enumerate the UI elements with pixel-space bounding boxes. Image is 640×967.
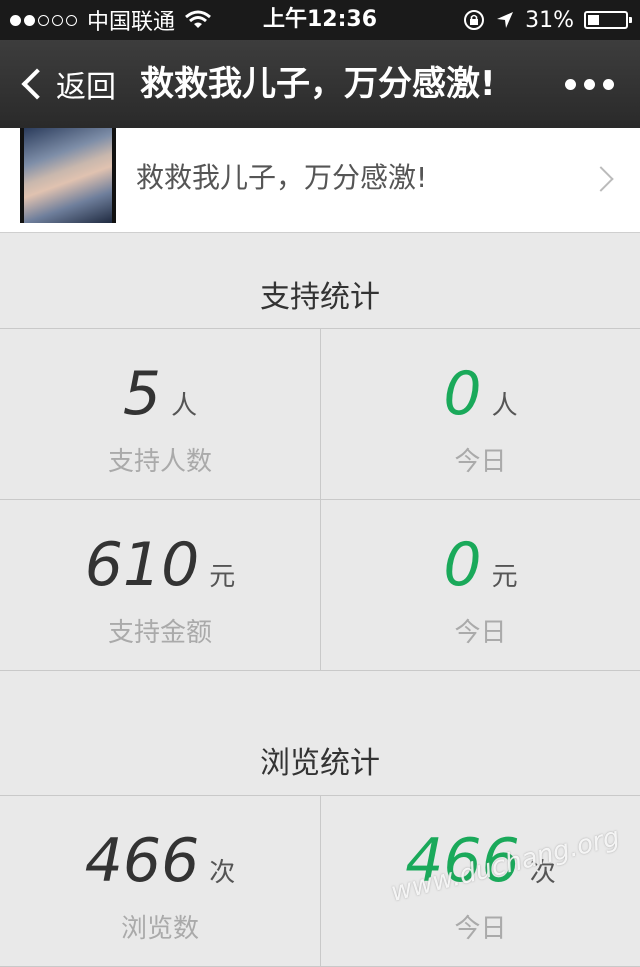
more-dot-icon — [565, 78, 576, 90]
location-arrow-icon — [497, 12, 514, 28]
supporters-count-cell: 5人 支持人数 — [0, 329, 320, 499]
amount-today-unit: 元 — [491, 562, 518, 592]
stats-row: 5人 支持人数 0人 今日 — [0, 329, 640, 500]
support-stats-title: 支持统计 — [260, 280, 380, 315]
views-today-label: 今日 — [454, 914, 507, 944]
more-options-button[interactable] — [565, 40, 614, 128]
supporters-today-cell: 0人 今日 — [320, 329, 640, 499]
supporters-today-count: 0 — [443, 359, 482, 429]
amount-cell: 610 元 支持金额 — [0, 500, 320, 670]
back-button[interactable]: 返回 — [18, 40, 116, 128]
status-right: 31% — [463, 0, 632, 40]
support-amount-unit: 元 — [209, 562, 236, 592]
supporters-today-label: 今日 — [454, 447, 507, 477]
views-label: 浏览数 — [120, 914, 199, 944]
view-stats-title: 浏览统计 — [260, 746, 380, 781]
more-dot-icon — [603, 78, 614, 90]
views-count: 466 — [84, 826, 200, 896]
page-title: 救救我儿子，万分感激! — [140, 64, 496, 104]
supporters-count: 5 — [122, 359, 162, 429]
amount-today-label: 今日 — [454, 618, 507, 648]
amount-today: 0 — [443, 530, 482, 600]
project-title: 救救我儿子，万分感激! — [136, 161, 428, 194]
project-thumbnail — [20, 128, 116, 223]
more-dot-icon — [584, 78, 595, 90]
support-amount: 610 — [84, 530, 200, 600]
status-bar: 中国联通 上午12:36 31% — [0, 0, 640, 40]
stats-row: 610 元 支持金额 0元 今日 — [0, 500, 640, 671]
view-stats-grid: 466 次 浏览数 466 次 今日 — [0, 795, 640, 967]
supporters-unit: 人 — [171, 391, 198, 421]
navigation-bar: 返回 救救我儿子，万分感激! — [0, 40, 640, 128]
battery-icon — [584, 11, 632, 29]
stats-row: 466 次 浏览数 466 次 今日 — [0, 796, 640, 967]
chevron-right-icon — [588, 166, 614, 192]
support-amount-label: 支持金额 — [107, 618, 212, 648]
back-label: 返回 — [56, 70, 116, 105]
chevron-left-icon — [21, 68, 53, 100]
amount-today-cell: 0元 今日 — [320, 500, 640, 670]
views-unit: 次 — [209, 858, 236, 888]
views-cell: 466 次 浏览数 — [0, 796, 320, 966]
rotation-lock-icon — [464, 10, 485, 30]
project-row[interactable]: 救救我儿子，万分感激! — [0, 128, 640, 233]
battery-level — [588, 15, 600, 25]
battery-percent: 31% — [525, 7, 574, 33]
supporters-label: 支持人数 — [107, 447, 212, 477]
supporters-today-unit: 人 — [491, 391, 518, 421]
support-stats-grid: 5人 支持人数 0人 今日 610 元 支持金额 0元 今日 — [0, 328, 640, 671]
